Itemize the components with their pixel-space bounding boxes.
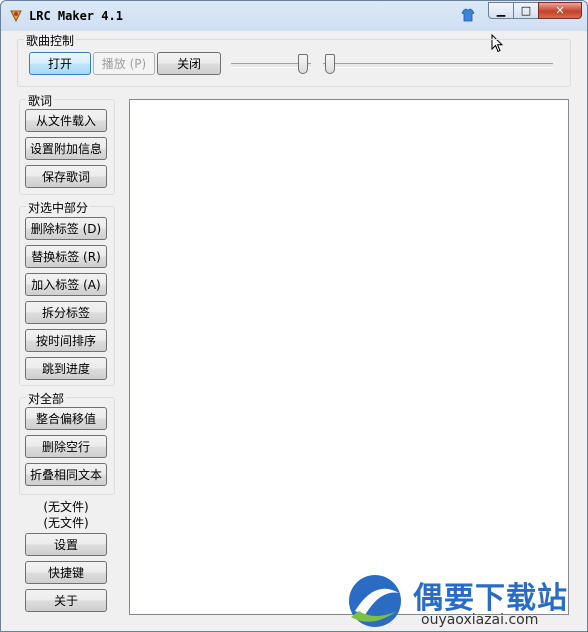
watermark-logo-icon [349, 575, 401, 627]
set-extra-info-button[interactable]: 设置附加信息 [25, 137, 107, 160]
status-line-1: (无文件) [43, 500, 89, 514]
save-lyrics-button[interactable]: 保存歌词 [25, 165, 107, 188]
sort-by-time-button[interactable]: 按时间排序 [25, 329, 107, 352]
all-group-label: 对全部 [26, 390, 67, 407]
close-window-button[interactable]: ✕ [538, 2, 582, 19]
selection-group-label: 对选中部分 [26, 199, 91, 216]
status-line-2: (无文件) [43, 516, 89, 530]
jump-to-progress-button[interactable]: 跳到进度 [25, 357, 107, 380]
window-title: LRC Maker 4.1 [29, 9, 123, 23]
song-control-label: 歌曲控制 [24, 32, 77, 49]
close-button[interactable]: 关闭 [157, 52, 221, 75]
shirt-icon[interactable] [460, 7, 476, 23]
volume-slider-thumb[interactable] [325, 54, 335, 74]
title-bar[interactable]: LRC Maker 4.1 ▁ □ ✕ [1, 1, 587, 31]
add-tag-button[interactable]: 加入标签 (A) [25, 273, 107, 296]
maximize-icon: □ [520, 4, 532, 17]
main-window: LRC Maker 4.1 ▁ □ ✕ 歌曲控制 打开 播放 (P) 关闭 歌词… [0, 0, 588, 632]
close-icon: ✕ [555, 4, 565, 17]
fold-same-text-button[interactable]: 折叠相同文本 [25, 463, 107, 486]
open-button[interactable]: 打开 [29, 52, 91, 75]
lyrics-editor[interactable] [129, 99, 569, 615]
lyrics-group-label: 歌词 [26, 92, 55, 109]
settings-button[interactable]: 设置 [25, 533, 107, 556]
watermark-subtitle: ouyaoxiazai.com [421, 612, 539, 628]
watermark: 偶要下载站 ouyaoxiazai.com [341, 571, 581, 631]
watermark-title: 偶要下载站 [413, 581, 568, 616]
replace-tag-button[interactable]: 替换标签 (R) [25, 245, 107, 268]
merge-offset-button[interactable]: 整合偏移值 [25, 407, 107, 430]
play-button[interactable]: 播放 (P) [93, 52, 155, 75]
position-slider-thumb[interactable] [298, 54, 308, 74]
minimize-button[interactable]: ▁ [488, 2, 514, 19]
split-tag-button[interactable]: 拆分标签 [25, 301, 107, 324]
maximize-button[interactable]: □ [513, 2, 539, 19]
about-button[interactable]: 关于 [25, 589, 107, 612]
shortcuts-button[interactable]: 快捷键 [25, 561, 107, 584]
minimize-icon: ▁ [496, 4, 506, 17]
delete-tag-button[interactable]: 删除标签 (D) [25, 217, 107, 240]
app-icon [10, 10, 22, 23]
load-from-file-button[interactable]: 从文件载入 [25, 109, 107, 132]
delete-empty-lines-button[interactable]: 删除空行 [25, 435, 107, 458]
volume-slider-track[interactable] [323, 63, 553, 68]
